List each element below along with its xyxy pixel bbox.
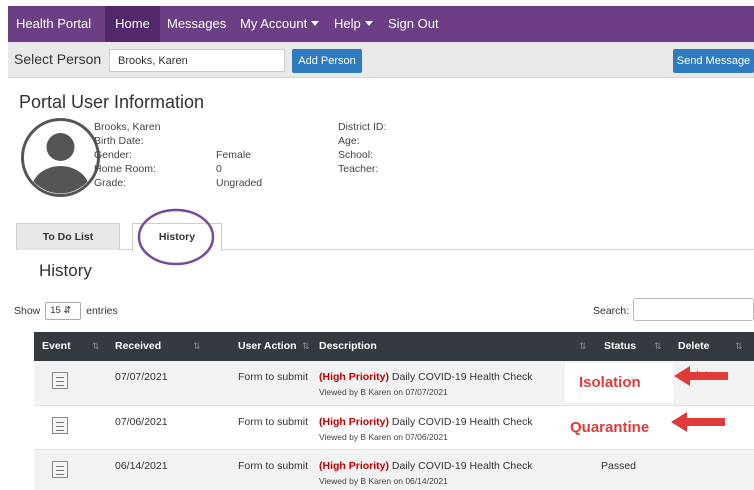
select-person-bar: Select Person Add Person Send Message bbox=[8, 42, 754, 78]
description-cell: (High Priority) Daily COVID-19 Health Ch… bbox=[319, 416, 533, 428]
top-nav: Health Portal Home Messages My Account H… bbox=[8, 6, 754, 42]
nav-sign-out[interactable]: Sign Out bbox=[388, 6, 439, 42]
sort-icon[interactable]: ⇅ bbox=[579, 332, 587, 361]
teacher-label: Teacher: bbox=[338, 163, 379, 175]
search-label: Search: bbox=[593, 305, 630, 317]
status-cell: Passed bbox=[601, 460, 637, 472]
gender-label: Gender: bbox=[94, 149, 132, 161]
description-text: Daily COVID-19 Health Check bbox=[391, 460, 533, 472]
table-row[interactable]: 07/07/2021 Form to submit (High Priority… bbox=[34, 361, 754, 406]
grade-value: Ungraded bbox=[216, 177, 263, 189]
history-heading: History bbox=[39, 261, 92, 280]
col-event[interactable]: Event bbox=[42, 332, 71, 361]
received-cell: 07/07/2021 bbox=[115, 371, 168, 383]
district-id-label: District ID: bbox=[338, 121, 387, 133]
col-received[interactable]: Received bbox=[115, 332, 161, 361]
nav-help-label: Help bbox=[334, 16, 361, 31]
home-room-value: 0 bbox=[216, 163, 222, 175]
action-cell: Form to submit bbox=[238, 416, 309, 428]
send-message-button[interactable]: Send Message bbox=[673, 49, 754, 73]
entries-control: Show 15 ⇵ entries bbox=[14, 302, 118, 320]
document-icon[interactable] bbox=[52, 417, 68, 434]
home-room-label: Home Room: bbox=[94, 163, 156, 175]
sort-icon[interactable]: ⇅ bbox=[735, 332, 743, 361]
person-input[interactable] bbox=[109, 49, 285, 72]
entries-label: entries bbox=[86, 304, 118, 317]
birth-date-label: Birth Date: bbox=[94, 135, 144, 147]
table-row[interactable]: 07/06/2021 Form to submit (High Priority… bbox=[34, 406, 754, 450]
show-label: Show bbox=[14, 304, 41, 317]
portal-frame: Health Portal Home Messages My Account H… bbox=[8, 6, 754, 490]
age-label: Age: bbox=[338, 135, 360, 147]
red-arrow-icon bbox=[674, 366, 728, 386]
search-input[interactable] bbox=[633, 298, 754, 321]
col-user-action[interactable]: User Action bbox=[238, 332, 297, 361]
description-text: Daily COVID-19 Health Check bbox=[391, 371, 533, 383]
viewed-note: Viewed by B Karen on 07/07/2021 bbox=[319, 387, 448, 397]
gender-value: Female bbox=[216, 149, 252, 161]
viewed-note: Viewed by B Karen on 06/14/2021 bbox=[319, 476, 448, 486]
nav-my-account[interactable]: My Account bbox=[240, 6, 320, 42]
birth-date-value bbox=[216, 134, 262, 148]
red-arrow-icon bbox=[671, 412, 725, 432]
table-row[interactable]: 06/14/2021 Form to submit (High Priority… bbox=[34, 450, 754, 490]
brand-link[interactable]: Health Portal bbox=[16, 6, 91, 42]
received-cell: 06/14/2021 bbox=[115, 460, 168, 472]
sort-icon[interactable]: ⇅ bbox=[193, 332, 201, 361]
entries-select-value: 15 bbox=[50, 305, 61, 316]
entries-select[interactable]: 15 ⇵ bbox=[45, 302, 82, 320]
nav-home[interactable]: Home bbox=[105, 6, 160, 42]
priority-label: (High Priority) bbox=[319, 416, 389, 428]
sort-icon[interactable]: ⇅ bbox=[302, 332, 310, 361]
add-person-button[interactable]: Add Person bbox=[292, 49, 362, 73]
nav-help[interactable]: Help bbox=[334, 6, 373, 42]
table-header: Event ⇅ Received ⇅ User Action ⇅ Descrip… bbox=[34, 332, 754, 361]
document-icon[interactable] bbox=[52, 372, 68, 389]
action-cell: Form to submit bbox=[238, 371, 309, 383]
sort-icon[interactable]: ⇅ bbox=[654, 332, 662, 361]
chevron-down-icon bbox=[311, 21, 320, 26]
grade-label: Grade: bbox=[94, 177, 127, 189]
description-cell: (High Priority) Daily COVID-19 Health Ch… bbox=[319, 371, 533, 383]
user-info-labels: Brooks, Karen Birth Date: Gender: Home R… bbox=[94, 120, 161, 190]
document-icon[interactable] bbox=[52, 461, 68, 478]
status-cell: Isolation bbox=[579, 374, 641, 391]
user-info-values: Female 0 Ungraded bbox=[216, 134, 262, 190]
tab-divider bbox=[16, 249, 754, 250]
viewed-note: Viewed by B Karen on 07/06/2021 bbox=[319, 432, 448, 442]
description-cell: (High Priority) Daily COVID-19 Health Ch… bbox=[319, 460, 533, 472]
priority-label: (High Priority) bbox=[319, 371, 389, 383]
nav-my-account-label: My Account bbox=[240, 16, 308, 31]
nav-messages[interactable]: Messages bbox=[167, 6, 226, 42]
col-delete[interactable]: Delete bbox=[678, 332, 710, 361]
action-cell: Form to submit bbox=[238, 460, 309, 472]
status-cell: Quarantine bbox=[570, 419, 650, 436]
user-name: Brooks, Karen bbox=[94, 121, 161, 133]
sort-icon[interactable]: ⇅ bbox=[92, 332, 100, 361]
page-title: Portal User Information bbox=[19, 92, 205, 112]
description-text: Daily COVID-19 Health Check bbox=[391, 416, 533, 428]
col-description[interactable]: Description bbox=[319, 332, 377, 361]
select-person-label: Select Person bbox=[14, 51, 102, 67]
school-label: School: bbox=[338, 149, 374, 161]
chevron-down-icon bbox=[364, 21, 373, 26]
col-status[interactable]: Status bbox=[604, 332, 636, 361]
user-avatar-icon bbox=[21, 118, 100, 197]
priority-label: (High Priority) bbox=[319, 460, 389, 472]
tab-to-do-list[interactable]: To Do List bbox=[16, 223, 120, 250]
highlight-circle bbox=[137, 208, 215, 266]
received-cell: 07/06/2021 bbox=[115, 416, 168, 428]
user-info-right: District ID: Age: School: Teacher: bbox=[338, 120, 386, 176]
